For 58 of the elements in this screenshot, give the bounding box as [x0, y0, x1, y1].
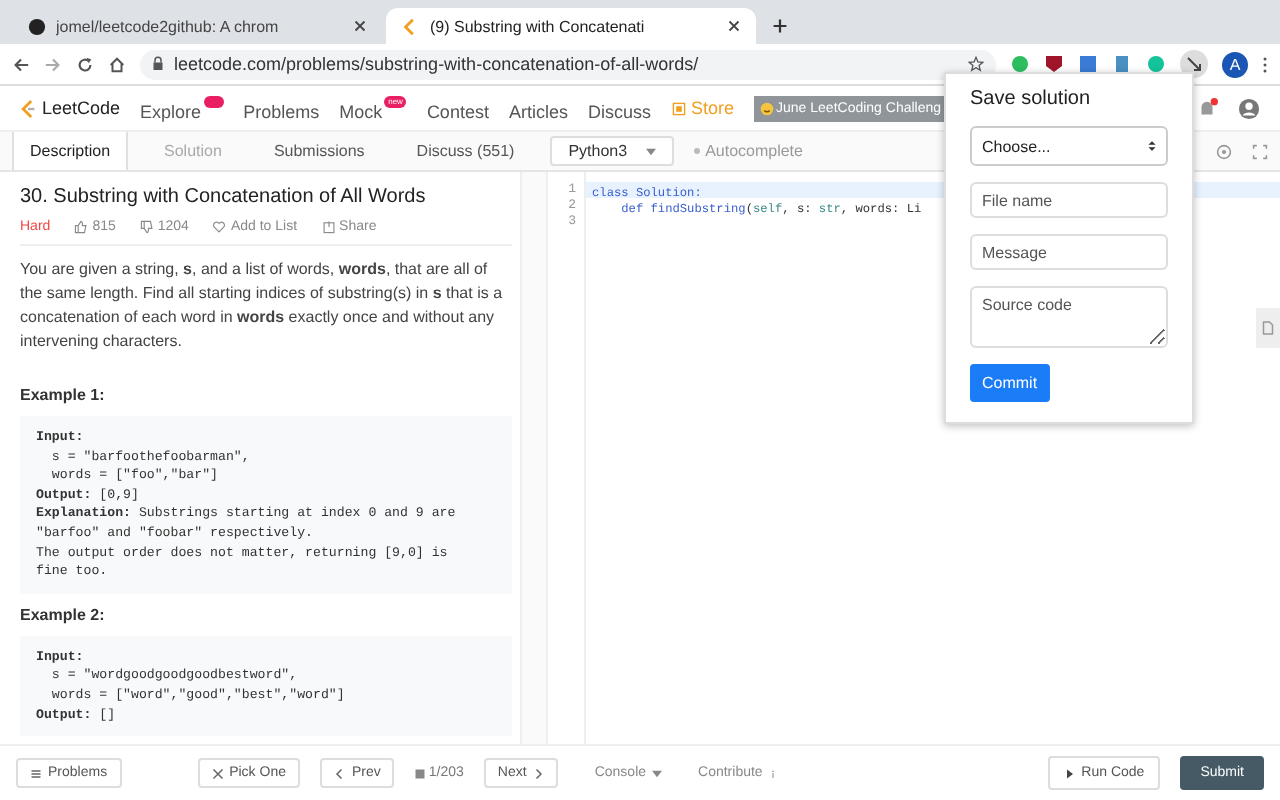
settings-icon[interactable] — [1216, 143, 1232, 159]
problem-tab[interactable]: Submissions — [257, 132, 381, 170]
source-code-field[interactable]: Source code — [970, 286, 1168, 348]
example-heading: Example 2: — [20, 605, 107, 624]
caret-icon — [652, 769, 663, 777]
nav-link[interactable]: Contest — [426, 95, 489, 121]
nav-link[interactable]: Problems — [243, 95, 320, 121]
code-icon — [402, 17, 420, 35]
bell-icon[interactable] — [1196, 97, 1218, 119]
nav-link[interactable]: Articles — [508, 95, 568, 121]
user-icon[interactable] — [1238, 97, 1260, 119]
page-icon — [1262, 320, 1274, 336]
popup-title: Save solution — [970, 88, 1093, 110]
reload-icon[interactable] — [76, 55, 94, 73]
fullscreen-icon[interactable] — [1252, 143, 1268, 159]
thumbs-up-icon — [74, 220, 89, 234]
resize-handle[interactable] — [520, 172, 548, 744]
back-icon[interactable] — [12, 55, 30, 73]
nav-link[interactable]: Mock — [339, 95, 383, 121]
problem-tab[interactable]: Description — [12, 132, 129, 170]
menu-icon[interactable] — [1262, 55, 1268, 73]
browser-tab[interactable]: jomel/leetcode2github: A chrom — [12, 8, 382, 44]
play-icon — [1063, 767, 1076, 779]
repository-select[interactable]: Choose... — [970, 126, 1168, 166]
profile-avatar[interactable]: A — [1222, 51, 1248, 77]
caret-icon — [645, 147, 656, 155]
problem-title: 30. Substring with Concatenation of All Words — [20, 186, 428, 208]
share-icon — [321, 220, 336, 234]
menu-icon — [30, 767, 42, 779]
chevron-right-icon — [532, 767, 545, 779]
problem-description: You are given a string, s, and a list of words, words, that are all of the same length. Find all starting indices of substring(s) in s that is a concatenation of each word in words exactly once and without any intervening characters. — [20, 258, 505, 354]
square-icon[interactable] — [1078, 54, 1098, 74]
logo-icon — [20, 97, 36, 119]
commit-button[interactable]: Commit — [970, 364, 1050, 402]
smiley-icon — [760, 101, 775, 115]
text-field[interactable]: Message — [970, 234, 1168, 270]
close-icon[interactable] — [728, 20, 740, 32]
star-icon[interactable] — [968, 56, 984, 72]
lock-icon — [152, 56, 164, 72]
problem-tab[interactable]: Discuss (551) — [400, 132, 531, 170]
browser-tab[interactable]: (9) Substring with Concatenati — [386, 8, 756, 44]
nav-link[interactable]: Discuss — [587, 95, 651, 121]
close-icon[interactable] — [354, 20, 366, 32]
logo-text[interactable]: LeetCode — [42, 98, 121, 118]
text-field[interactable]: File name — [970, 182, 1168, 218]
example-heading: Example 1: — [20, 386, 107, 404]
store-icon — [671, 101, 685, 115]
select-arrows-icon — [1148, 140, 1156, 152]
new-tab-icon[interactable] — [772, 18, 788, 34]
language-select[interactable]: Python3 — [550, 136, 674, 166]
side-panel-button[interactable] — [1256, 308, 1280, 348]
home-icon[interactable] — [108, 55, 126, 73]
thumbs-down-icon — [139, 220, 154, 234]
nav-link[interactable]: Explore — [140, 95, 202, 121]
circle-icon[interactable] — [1146, 54, 1166, 74]
heart-icon — [212, 220, 227, 234]
chevron-left-icon — [333, 767, 346, 779]
address-bar[interactable]: leetcode.com/problems/substring-with-concatenation-of-all-words/ — [140, 49, 996, 79]
